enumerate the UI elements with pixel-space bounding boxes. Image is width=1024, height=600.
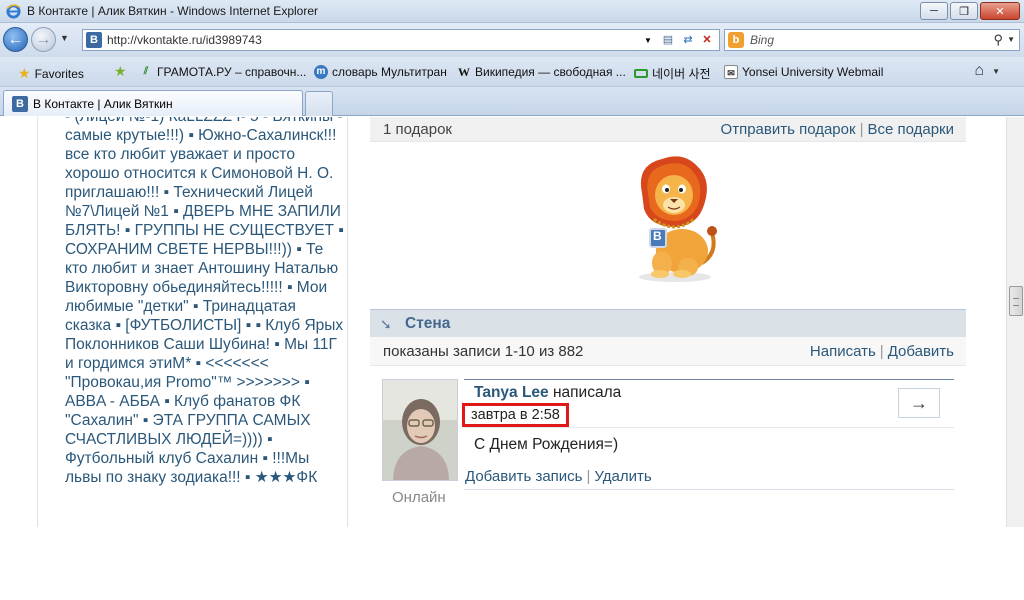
multitran-icon: m <box>314 65 328 79</box>
page-viewport: - (Лицеи №-1) КаLLZZZ I- 5 - Вяткины - с… <box>0 117 1006 527</box>
wall-title: Стена <box>405 315 451 332</box>
link-separator: | <box>879 343 884 360</box>
reply-arrow-button[interactable]: → <box>898 388 940 418</box>
tab-bar: B В Контакте | Алик Вяткин <box>0 87 1024 116</box>
gramota-icon: ⫽ <box>143 66 149 77</box>
add-entry-link[interactable]: Добавить запись <box>465 468 583 485</box>
favorites-star-icon: ★ <box>18 65 31 81</box>
favorites-bar: ★ Favorites ★ ⫽ ГРАМОТА.РУ – справочн...… <box>0 57 1024 87</box>
naver-icon <box>634 69 648 78</box>
wikipedia-icon: W <box>458 65 470 79</box>
favorite-link-gramota[interactable]: ⫽ ГРАМОТА.РУ – справочн... <box>139 65 307 79</box>
search-icon[interactable]: ⚲ <box>993 32 1003 48</box>
profile-right-column: 1 подарок Отправить подарок | Все подарки <box>370 117 966 527</box>
favorite-link-naver[interactable]: 네이버 사전 <box>634 65 711 82</box>
favorites-button[interactable]: ★ Favorites <box>18 65 84 82</box>
yonsei-icon: ✉ <box>724 65 738 79</box>
online-status: Онлайн <box>392 489 446 506</box>
refresh-icon[interactable]: ⇄ <box>679 32 697 49</box>
vertical-scrollbar[interactable] <box>1006 117 1024 527</box>
post-timestamp: завтра в 2:58 <box>462 403 569 427</box>
favorite-link-multitran[interactable]: m словарь Мультитран <box>314 65 447 79</box>
arrow-right-icon: → <box>35 30 52 48</box>
search-field[interactable]: b Bing ⚲ ▼ <box>724 29 1020 51</box>
profile-interests-text: - (Лицеи №-1) КаLLZZZ I- 5 - Вяткины - с… <box>65 117 344 486</box>
post-bottom-divider <box>464 489 954 490</box>
address-field[interactable]: B http://vkontakte.ru/id3989743 ▼ ▤ ⇄ ✕ <box>82 29 720 51</box>
url-dropdown-icon[interactable]: ▼ <box>639 32 657 49</box>
post-divider <box>464 427 954 428</box>
arrow-right-icon: → <box>910 393 928 413</box>
minimize-button[interactable]: ─ <box>920 2 948 20</box>
lion-badge-letter: B <box>653 229 662 243</box>
window-title: В Контакте | Алик Вяткин - Windows Inter… <box>27 4 318 18</box>
favorite-label: 네이버 사전 <box>652 67 711 81</box>
all-gifts-link[interactable]: Все подарки <box>867 121 954 138</box>
wall-subheader: показаны записи 1-10 из 882 Написать | Доб… <box>370 337 966 366</box>
favorite-label: словарь Мультитран <box>332 65 447 79</box>
post-author-line: Tanya Lee написала <box>474 384 621 402</box>
vk-favicon-icon: B <box>86 32 102 48</box>
bing-icon: b <box>728 32 744 48</box>
write-post-link[interactable]: Написать <box>810 343 876 360</box>
address-toolbar: ← → ▼ B http://vkontakte.ru/id3989743 ▼ … <box>0 23 1024 57</box>
author-name-link[interactable]: Tanya Lee <box>474 384 549 401</box>
send-gift-link[interactable]: Отправить подарок <box>721 121 856 138</box>
search-options-dropdown[interactable]: ▼ <box>1007 35 1015 44</box>
internet-explorer-icon <box>6 4 21 19</box>
tab-vkontakte[interactable]: B В Контакте | Алик Вяткин <box>3 90 303 116</box>
home-icon[interactable]: ⌂ <box>974 62 984 80</box>
tab-label: В Контакте | Алик Вяткин <box>33 97 173 111</box>
maximize-button[interactable]: ❐ <box>950 2 978 20</box>
favorite-link-yonsei[interactable]: ✉ Yonsei University Webmail <box>724 65 883 79</box>
author-verb: написала <box>552 384 622 401</box>
vk-favicon-icon: B <box>12 96 28 112</box>
avatar-photo <box>383 380 457 480</box>
wall-posts-count: показаны записи 1-10 из 882 <box>383 343 584 360</box>
close-window-button[interactable]: ✕ <box>980 2 1020 20</box>
post-actions: Добавить запись | Удалить <box>465 468 652 485</box>
author-avatar[interactable] <box>382 379 458 481</box>
collapse-arrow-icon: ➘ <box>380 316 392 332</box>
search-placeholder[interactable]: Bing <box>750 33 774 47</box>
lion-gift-image[interactable] <box>632 153 718 283</box>
wall-header[interactable]: ➘ Стена <box>370 309 966 337</box>
wall-post: Онлайн Tanya Lee написала завтра в 2:58 … <box>382 379 954 527</box>
back-button[interactable]: ← <box>3 27 28 52</box>
url-text[interactable]: http://vkontakte.ru/id3989743 <box>107 33 262 47</box>
forward-button[interactable]: → <box>31 27 56 52</box>
add-favorite-icon[interactable]: ★ <box>114 63 127 80</box>
new-tab-button[interactable] <box>305 91 333 116</box>
scrollbar-thumb[interactable] <box>1009 286 1023 316</box>
window-titlebar: В Контакте | Алик Вяткин - Windows Inter… <box>0 0 1024 23</box>
stop-icon[interactable]: ✕ <box>698 32 716 49</box>
home-dropdown[interactable]: ▼ <box>992 67 1000 76</box>
recent-pages-dropdown[interactable]: ▼ <box>60 33 69 43</box>
post-text: С Днем Рождения=) <box>474 436 619 453</box>
favorite-label: Википедия — свободная ... <box>475 65 626 79</box>
add-post-link[interactable]: Добавить <box>888 343 954 360</box>
profile-left-column: - (Лицеи №-1) КаLLZZZ I- 5 - Вяткины - с… <box>37 117 348 527</box>
arrow-left-icon: ← <box>7 30 24 48</box>
compatibility-view-icon[interactable]: ▤ <box>659 32 677 49</box>
favorites-label: Favorites <box>34 66 84 81</box>
link-separator: | <box>586 468 591 485</box>
gifts-count: 1 подарок <box>383 121 452 138</box>
favorite-label: Yonsei University Webmail <box>742 65 884 79</box>
gifts-header: 1 подарок Отправить подарок | Все подарки <box>370 117 966 142</box>
favorite-link-wikipedia[interactable]: W Википедия — свободная ... <box>457 65 626 79</box>
blank-status-area <box>0 527 1024 600</box>
link-separator: | <box>859 121 864 138</box>
post-body: Tanya Lee написала завтра в 2:58 → С Дне… <box>462 379 954 491</box>
delete-post-link[interactable]: Удалить <box>594 468 651 485</box>
favorite-label: ГРАМОТА.РУ – справочн... <box>157 65 307 79</box>
